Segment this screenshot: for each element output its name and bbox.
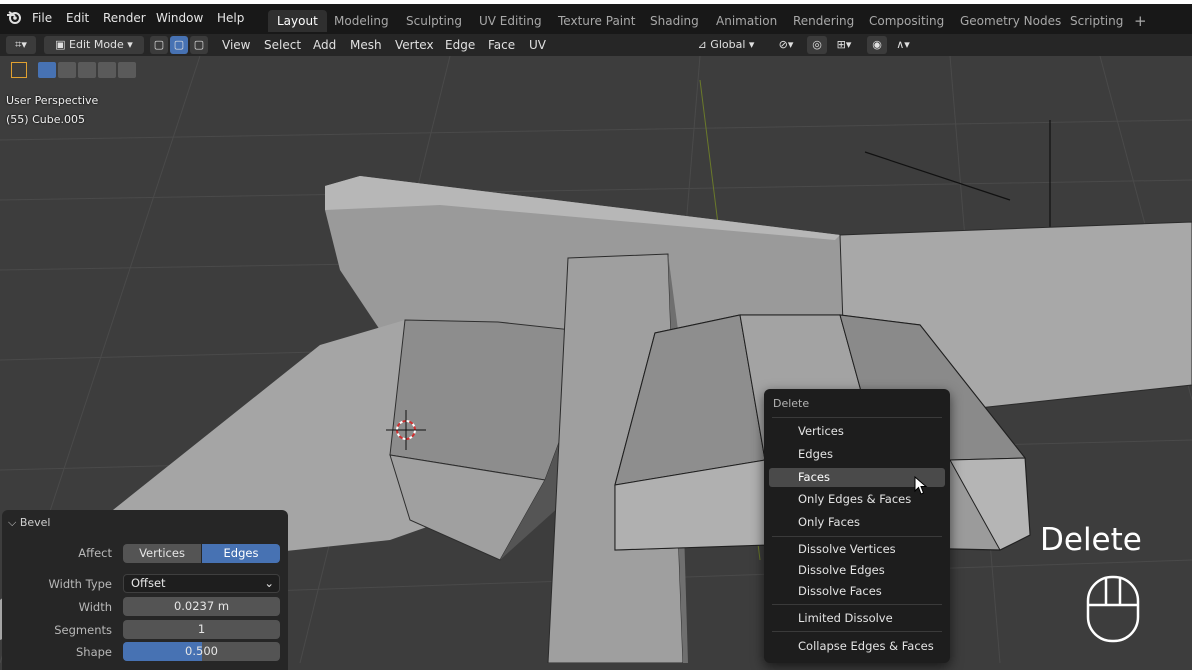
tab-texture-paint[interactable]: Texture Paint: [549, 10, 644, 32]
select-extend-icon[interactable]: [58, 62, 76, 78]
tab-animation[interactable]: Animation: [707, 10, 786, 32]
menu-vertex[interactable]: Vertex: [395, 34, 434, 56]
pivot-point-icon[interactable]: ⊘▾: [773, 36, 799, 54]
menu-mesh[interactable]: Mesh: [350, 34, 382, 56]
select-invert-icon[interactable]: [98, 62, 116, 78]
select-intersect-icon[interactable]: [118, 62, 136, 78]
menu-item-dissolve-edges[interactable]: Dissolve Edges: [769, 561, 945, 580]
segments-label: Segments: [54, 623, 112, 637]
tab-sculpting[interactable]: Sculpting: [397, 10, 471, 32]
proportional-edit-icon[interactable]: ◉: [867, 36, 887, 54]
menu-edge[interactable]: Edge: [445, 34, 475, 56]
edit-mode-icon: ▣: [55, 38, 70, 51]
mouse-icon: [1086, 575, 1140, 643]
affect-toggle: Vertices Edges: [123, 544, 280, 563]
top-bar: File Edit Render Window Help Layout Mode…: [0, 0, 1192, 34]
width-field[interactable]: 0.0237 m: [123, 597, 280, 616]
snap-target-icon[interactable]: ⊞▾: [829, 36, 859, 54]
chevron-down-icon: ⌵: [8, 516, 20, 529]
menu-divider: [772, 604, 942, 605]
tab-modeling[interactable]: Modeling: [325, 10, 398, 32]
blender-logo-icon[interactable]: [6, 9, 22, 25]
face-select-icon[interactable]: ▢: [190, 36, 208, 54]
select-subtract-icon[interactable]: [78, 62, 96, 78]
transform-orientation-dropdown[interactable]: ⊿ Global ▾: [687, 36, 765, 54]
mode-dropdown[interactable]: ▣ Edit Mode ▾: [44, 36, 144, 54]
menu-item-dissolve-vertices[interactable]: Dissolve Vertices: [769, 540, 945, 559]
menu-divider: [772, 631, 942, 632]
menu-add[interactable]: Add: [313, 34, 336, 56]
bevel-panel-title: Bevel: [19, 516, 51, 529]
menu-item-dissolve-faces[interactable]: Dissolve Faces: [769, 582, 945, 601]
chevron-down-icon: ⌄: [264, 576, 274, 590]
menu-item-only-faces[interactable]: Only Faces: [769, 513, 945, 532]
select-mode-toolbar: [8, 60, 140, 82]
context-menu-title: Delete: [773, 397, 810, 410]
mode-label: Edit Mode: [69, 38, 124, 51]
editor-type-icon[interactable]: ⌗▾: [6, 36, 36, 54]
panel-header[interactable]: ⌵ Bevel: [8, 516, 51, 530]
menu-divider: [772, 536, 942, 537]
menu-item-edges[interactable]: Edges: [769, 445, 945, 464]
select-box-icon[interactable]: [38, 62, 56, 78]
menu-select[interactable]: Select: [264, 34, 301, 56]
menu-help[interactable]: Help: [217, 8, 244, 28]
viewport-object-label: (55) Cube.005: [6, 113, 85, 126]
viewport-perspective-label: User Perspective: [6, 94, 99, 107]
add-workspace-button[interactable]: +: [1125, 10, 1156, 32]
tab-uv-editing[interactable]: UV Editing: [470, 10, 551, 32]
menu-item-collapse-edges-faces[interactable]: Collapse Edges & Faces: [769, 637, 945, 656]
menu-file[interactable]: File: [32, 8, 52, 28]
affect-edges-button[interactable]: Edges: [202, 544, 280, 563]
menu-window[interactable]: Window: [156, 8, 203, 28]
shape-label: Shape: [75, 645, 112, 659]
editor-header: ⌗▾ ▣ Edit Mode ▾ ▢ ▢ ▢ View Select Add M…: [0, 34, 1192, 56]
menu-divider: [772, 417, 942, 418]
width-type-value: Offset: [131, 576, 166, 590]
width-label: Width: [78, 600, 112, 614]
affect-label: Affect: [78, 546, 112, 560]
tab-rendering[interactable]: Rendering: [784, 10, 863, 32]
width-type-label: Width Type: [48, 577, 112, 591]
menu-item-vertices[interactable]: Vertices: [769, 422, 945, 441]
menu-view[interactable]: View: [222, 34, 250, 56]
edge-select-icon[interactable]: ▢: [170, 36, 188, 54]
tab-geometry-nodes[interactable]: Geometry Nodes: [951, 10, 1070, 32]
segments-field[interactable]: 1: [123, 620, 280, 639]
shape-value: 0.500: [185, 644, 218, 658]
tab-shading[interactable]: Shading: [641, 10, 708, 32]
tab-layout[interactable]: Layout: [268, 10, 327, 32]
bevel-operator-panel: ⌵ Bevel Affect Vertices Edges Width Type…: [2, 510, 288, 670]
orientation-icon: ⊿: [697, 38, 711, 51]
menu-face[interactable]: Face: [488, 34, 515, 56]
falloff-icon[interactable]: ∧▾: [889, 36, 917, 54]
tab-scripting[interactable]: Scripting: [1061, 10, 1132, 32]
tab-compositing[interactable]: Compositing: [860, 10, 953, 32]
shape-slider[interactable]: 0.500: [123, 642, 280, 661]
menu-uv[interactable]: UV: [529, 34, 546, 56]
snap-icon[interactable]: ◎: [807, 36, 827, 54]
vertex-select-icon[interactable]: ▢: [150, 36, 168, 54]
menu-edit[interactable]: Edit: [66, 8, 89, 28]
mouse-pointer-icon: [914, 476, 928, 495]
orientation-label: Global: [710, 38, 746, 51]
width-type-dropdown[interactable]: Offset ⌄: [123, 574, 280, 593]
select-tool-icon[interactable]: [11, 62, 27, 78]
affect-vertices-button[interactable]: Vertices: [123, 544, 201, 563]
key-press-label: Delete: [1040, 522, 1142, 558]
menu-render[interactable]: Render: [103, 8, 146, 28]
menu-item-limited-dissolve[interactable]: Limited Dissolve: [769, 609, 945, 628]
delete-context-menu: Delete Vertices Edges Faces Only Edges &…: [764, 389, 950, 663]
